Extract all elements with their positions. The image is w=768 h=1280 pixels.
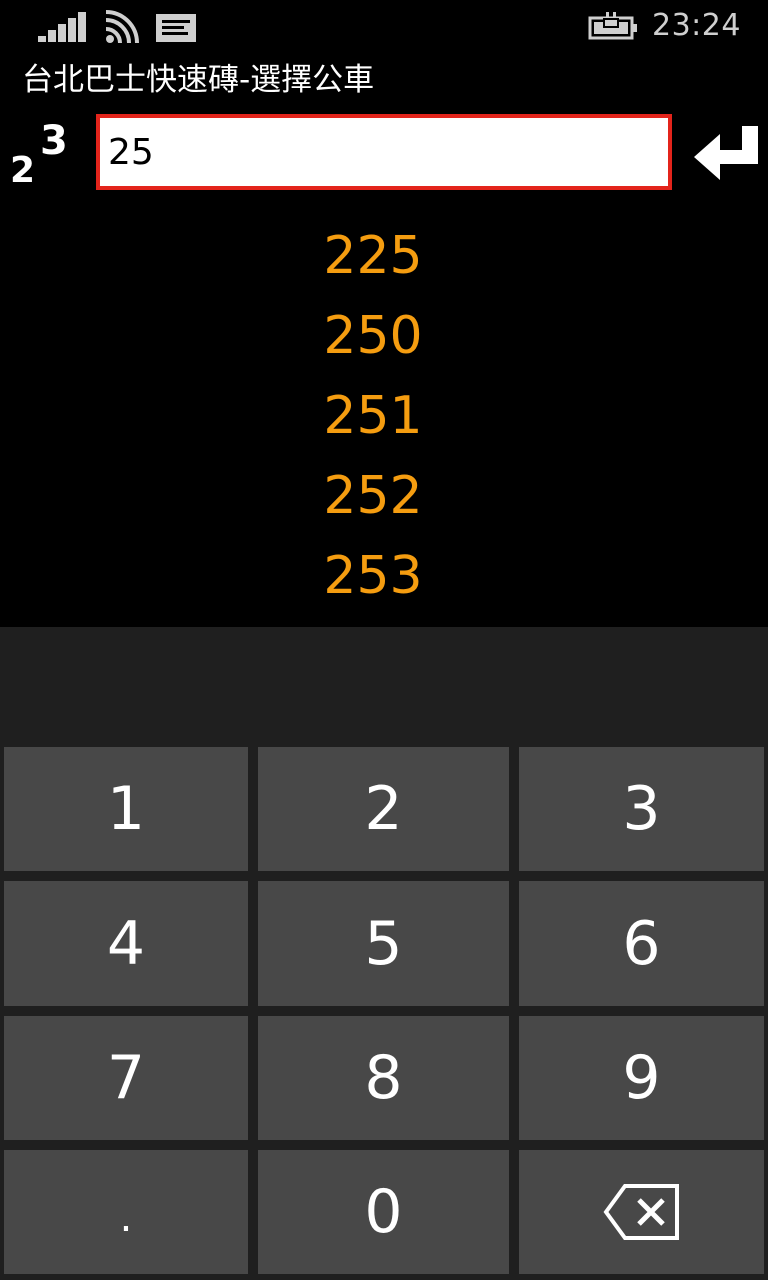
svg-text:3: 3 [40,118,68,164]
wifi-icon [105,10,139,44]
route-suggestion[interactable]: 253 [0,538,746,618]
status-bar: 23:24 [0,0,768,56]
key-dot[interactable]: . [4,1150,248,1274]
backspace-icon [603,1184,679,1240]
key-4[interactable]: 4 [4,881,248,1006]
app-logo-icon: 2 3 [10,118,68,191]
key-8[interactable]: 8 [258,1016,509,1140]
key-dot-label: . [119,1195,133,1241]
backspace-key[interactable] [519,1150,764,1274]
key-6[interactable]: 6 [519,881,764,1006]
page-title: 台北巴士快速磚-選擇公車 [22,62,375,98]
route-suggestion[interactable]: 251 [0,378,746,458]
route-search-input[interactable] [96,114,672,190]
route-suggestion-list: 225 250 251 252 253 [0,218,746,618]
key-1[interactable]: 1 [4,747,248,871]
route-suggestion[interactable]: 225 [0,218,746,298]
key-2[interactable]: 2 [258,747,509,871]
app-screen: 23:24 台北巴士快速磚-選擇公車 2 3 225 250 251 252 2… [0,0,768,1280]
route-suggestion[interactable]: 252 [0,458,746,538]
key-7[interactable]: 7 [4,1016,248,1140]
signal-strength-icon [38,12,86,42]
route-suggestion[interactable]: 250 [0,298,746,378]
key-5[interactable]: 5 [258,881,509,1006]
key-0[interactable]: 0 [258,1150,509,1274]
key-9[interactable]: 9 [519,1016,764,1140]
status-clock: 23:24 [652,8,741,43]
svg-text:2: 2 [10,150,35,191]
message-icon [156,14,196,42]
numeric-keypad: 1 2 3 4 5 6 7 8 9 . 0 [0,627,768,1280]
key-3[interactable]: 3 [519,747,764,871]
enter-icon[interactable] [692,124,762,184]
battery-charging-icon [588,12,637,40]
